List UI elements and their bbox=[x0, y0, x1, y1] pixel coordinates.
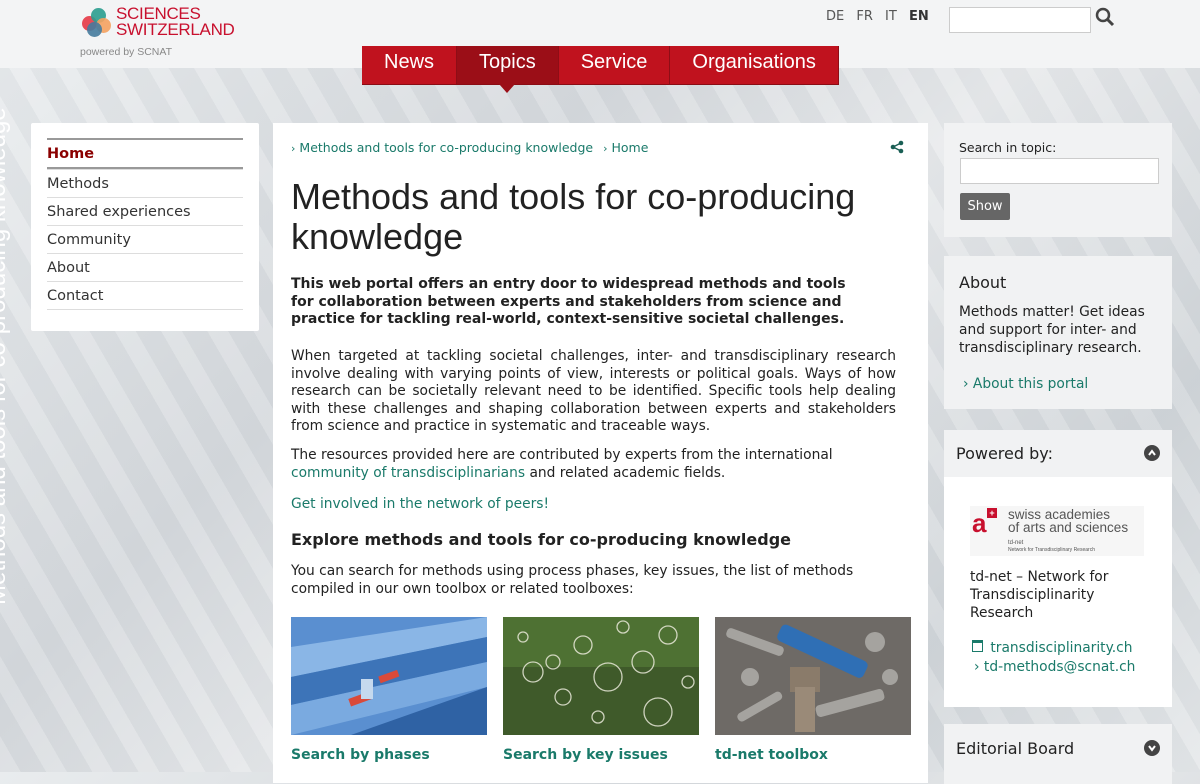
svg-text:of arts and sciences: of arts and sciences bbox=[1008, 520, 1128, 535]
topic-search-label: Search in topic: bbox=[959, 140, 1057, 155]
lang-fr[interactable]: FR bbox=[856, 9, 873, 24]
nav-topics[interactable]: Topics bbox=[457, 46, 559, 93]
svg-text:td-net: td-net bbox=[1008, 540, 1024, 546]
card-td-net-toolbox[interactable]: td-net toolbox bbox=[715, 617, 911, 763]
community-link[interactable]: community of transdisciplinarians bbox=[291, 465, 525, 481]
topic-search-box: Search in topic: Show bbox=[944, 123, 1172, 237]
about-box: About Methods matter! Get ideas and supp… bbox=[944, 256, 1172, 409]
leftnav-item-home[interactable]: Home bbox=[47, 138, 243, 169]
bubbles-image bbox=[503, 617, 699, 735]
nav-service[interactable]: Service bbox=[559, 46, 671, 84]
page-title: Methods and tools for co-producing knowl… bbox=[291, 176, 856, 257]
card-label[interactable]: td-net toolbox bbox=[715, 747, 911, 763]
explore-heading: Explore methods and tools for co-produci… bbox=[291, 530, 792, 549]
card-label[interactable]: Search by key issues bbox=[503, 747, 699, 763]
language-switcher: DE FR IT EN bbox=[826, 9, 937, 24]
about-text: Methods matter! Get ideas and support fo… bbox=[959, 304, 1145, 356]
powered-by-heading: Powered by: bbox=[956, 444, 1053, 463]
get-involved-link[interactable]: Get involved in the network of peers! bbox=[291, 496, 549, 512]
stairs-image bbox=[291, 617, 487, 735]
logo-subtitle: powered by SCNAT bbox=[80, 46, 173, 58]
website-link-label: transdisciplinarity.ch bbox=[990, 640, 1133, 656]
chevron-right-icon: › bbox=[974, 659, 980, 675]
leftnav-item-about[interactable]: About bbox=[47, 253, 243, 281]
share-icon[interactable] bbox=[890, 139, 906, 155]
resources-paragraph: The resources provided here are contribu… bbox=[291, 447, 896, 482]
about-portal-link[interactable]: › About this portal bbox=[963, 376, 1088, 392]
logo-title: SCIENCES SWITZERLAND bbox=[116, 4, 235, 39]
card-search-by-phases[interactable]: Search by phases bbox=[291, 617, 487, 763]
paragraph-text: and related academic fields. bbox=[525, 464, 726, 481]
svg-text:Network for Transdisciplinary: Network for Transdisciplinary Research bbox=[1008, 547, 1095, 553]
search-intro-paragraph: You can search for methods using process… bbox=[291, 563, 854, 597]
logo-icon bbox=[82, 8, 112, 38]
tools-image bbox=[715, 617, 911, 735]
external-link-icon bbox=[972, 640, 983, 652]
nav-organisations[interactable]: Organisations bbox=[670, 46, 839, 84]
svg-text:a: a bbox=[972, 508, 987, 538]
editorial-board-heading: Editorial Board bbox=[956, 739, 1075, 758]
lang-it[interactable]: IT bbox=[885, 9, 897, 24]
breadcrumb-item[interactable]: Methods and tools for co-producing knowl… bbox=[299, 140, 593, 155]
chevron-right-icon: › bbox=[603, 142, 608, 155]
email-link-label: td-methods@scnat.ch bbox=[983, 659, 1136, 675]
breadcrumb: › Methods and tools for co-producing know… bbox=[291, 140, 654, 155]
vertical-banner-text: Methods and tools for co-producing knowl… bbox=[0, 107, 11, 605]
chevron-right-icon: › bbox=[963, 376, 969, 392]
about-heading: About bbox=[959, 273, 1007, 292]
breadcrumb-item[interactable]: Home bbox=[611, 140, 648, 155]
left-navigation: Home Methods Shared experiences Communit… bbox=[31, 123, 259, 331]
get-involved-paragraph: Get involved in the network of peers! bbox=[291, 496, 549, 512]
lead-paragraph: This web portal offers an entry door to … bbox=[291, 276, 846, 327]
collapse-icon[interactable] bbox=[1144, 445, 1160, 461]
powered-by-name: td-net – Network for Transdisciplinarity… bbox=[970, 569, 1109, 621]
svg-text:+: + bbox=[989, 508, 994, 518]
site-search-input[interactable] bbox=[949, 7, 1091, 33]
leftnav-item-methods[interactable]: Methods bbox=[47, 169, 243, 197]
website-link[interactable]: transdisciplinarity.ch bbox=[972, 640, 1133, 656]
sa-logo[interactable]: a + swiss academies of arts and sciences… bbox=[970, 506, 1144, 556]
logo[interactable]: SCIENCES SWITZERLAND powered by SCNAT bbox=[80, 4, 240, 60]
card-search-by-key-issues[interactable]: Search by key issues bbox=[503, 617, 699, 763]
leftnav-item-shared-experiences[interactable]: Shared experiences bbox=[47, 197, 243, 225]
card-label[interactable]: Search by phases bbox=[291, 747, 487, 763]
lang-de[interactable]: DE bbox=[826, 9, 844, 24]
leftnav-item-community[interactable]: Community bbox=[47, 225, 243, 253]
about-portal-link-label: About this portal bbox=[972, 376, 1089, 392]
powered-by-header[interactable]: Powered by: bbox=[944, 430, 1172, 477]
chevron-right-icon: › bbox=[291, 142, 296, 155]
powered-by-box: Powered by: a + swiss academies of arts … bbox=[944, 430, 1172, 707]
show-button[interactable]: Show bbox=[960, 193, 1010, 220]
nav-news[interactable]: News bbox=[362, 46, 458, 84]
search-icon[interactable] bbox=[1095, 7, 1115, 27]
lang-en[interactable]: EN bbox=[909, 9, 929, 24]
editorial-board-box[interactable]: Editorial Board bbox=[944, 724, 1172, 784]
intro-paragraph: When targeted at tackling societal chall… bbox=[291, 348, 896, 434]
email-link[interactable]: › td-methods@scnat.ch bbox=[974, 659, 1135, 675]
main-content: › Methods and tools for co-producing know… bbox=[273, 123, 928, 783]
paragraph-text: The resources provided here are contribu… bbox=[291, 447, 833, 463]
topic-search-input[interactable] bbox=[960, 158, 1159, 184]
expand-icon[interactable] bbox=[1144, 740, 1160, 756]
leftnav-item-contact[interactable]: Contact bbox=[47, 281, 243, 310]
main-nav: News Topics Service Organisations bbox=[362, 46, 839, 93]
